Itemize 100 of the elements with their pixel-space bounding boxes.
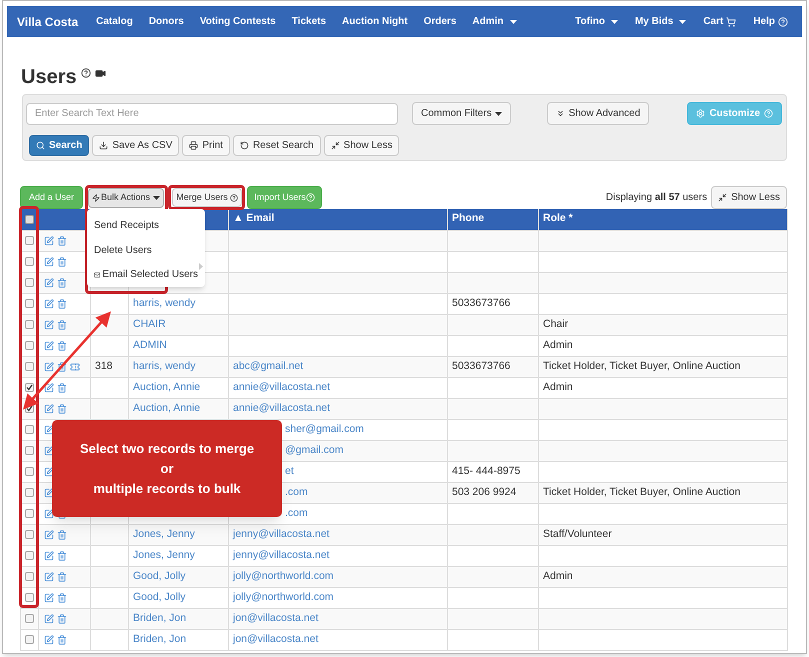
ticket-icon[interactable] [70,362,80,372]
trash-icon[interactable] [57,340,67,350]
row-checkbox[interactable] [25,614,34,623]
nav-link[interactable]: Help [753,14,788,29]
email-link[interactable]: @gmail.com [285,444,344,456]
help-icon[interactable] [80,68,91,78]
toolbar-button[interactable]: Save As CSV [92,135,180,156]
nav-link[interactable]: Tickets [292,14,326,29]
nav-link[interactable]: Admin [472,14,516,29]
toolbar-button[interactable]: Show Less [324,135,400,156]
row-checkbox[interactable] [25,320,34,329]
trash-icon[interactable] [57,278,67,288]
select-all-checkbox[interactable] [25,214,34,224]
trash-icon[interactable] [57,236,67,246]
column-header[interactable]: Phone [452,212,484,224]
trash-icon[interactable] [57,530,67,540]
nav-link[interactable]: Auction Night [342,14,408,29]
row-checkbox[interactable] [25,509,34,518]
add-user-button[interactable]: Add a User [20,186,83,209]
row-checkbox[interactable] [25,341,34,350]
edit-icon[interactable] [44,592,54,602]
edit-icon[interactable] [44,320,54,330]
trash-icon[interactable] [57,382,67,392]
row-checkbox[interactable] [25,593,34,602]
email-link[interactable]: abc@gmail.net [233,360,304,372]
customize-button[interactable]: Customize [687,102,782,125]
nav-link[interactable]: Catalog [96,14,133,29]
email-link[interactable]: .com [285,506,308,519]
row-checkbox[interactable] [25,362,34,371]
edit-icon[interactable] [44,508,54,518]
edit-icon[interactable] [44,382,54,392]
row-checkbox[interactable] [25,467,34,476]
trash-icon[interactable] [57,298,67,308]
row-checkbox[interactable] [25,488,34,497]
import-users-button[interactable]: Import Users [247,186,322,209]
edit-icon[interactable] [44,446,54,456]
edit-icon[interactable] [44,634,54,644]
user-name-link[interactable]: CHAIR [133,318,166,330]
edit-icon[interactable] [44,424,54,434]
email-link[interactable]: .com [285,486,308,498]
show-advanced-button[interactable]: Show Advanced [546,102,650,125]
edit-icon[interactable] [44,404,54,414]
caret-icon [510,20,516,24]
nav-link[interactable]: Donors [148,14,184,29]
row-checkbox[interactable] [25,530,34,539]
toolbar-button[interactable]: Search [29,135,90,156]
row-checkbox[interactable] [25,278,34,287]
nav-link[interactable]: Cart [703,14,736,29]
edit-icon[interactable] [44,530,54,540]
show-less-button[interactable]: Show Less [711,186,787,209]
row-checkbox[interactable] [25,635,34,644]
edit-icon[interactable] [44,466,54,476]
trash-icon[interactable] [57,572,67,582]
trash-icon[interactable] [57,614,67,624]
row-checkbox[interactable] [25,383,34,392]
email-link[interactable]: sher@gmail.com [285,422,364,435]
trash-icon[interactable] [57,256,67,266]
nav-link[interactable]: Tofino [575,14,618,29]
search-field[interactable]: Enter Search Text Here [26,102,398,124]
nav-link[interactable]: My Bids [634,14,686,29]
menu-item[interactable]: Send Receipts [87,213,205,238]
toolbar-button[interactable]: Reset Search [232,135,321,156]
menu-item[interactable]: Delete Users [87,238,205,262]
row-checkbox[interactable] [25,425,34,434]
table-cell: Staff/Volunteer [543,528,612,540]
trash-icon[interactable] [57,320,67,330]
bulk-actions-button[interactable]: Bulk Actions [88,188,164,208]
row-checkbox[interactable] [25,446,34,455]
email-link[interactable]: et [285,464,294,477]
trash-icon[interactable] [57,362,67,372]
row-checkbox[interactable] [25,551,34,560]
edit-icon[interactable] [44,340,54,350]
edit-icon[interactable] [44,256,54,266]
brand[interactable]: Villa Costa [17,12,78,30]
trash-icon[interactable] [57,550,67,560]
edit-icon[interactable] [44,488,54,498]
nav-link[interactable]: Orders [424,14,456,29]
trash-icon[interactable] [57,634,67,644]
edit-icon[interactable] [44,278,54,288]
edit-icon[interactable] [44,550,54,560]
video-icon[interactable] [94,68,106,78]
row-checkbox[interactable] [25,299,34,308]
table-cell: Admin [543,570,573,582]
row-checkbox[interactable] [25,572,34,581]
edit-icon[interactable] [44,236,54,246]
common-filters-button[interactable]: Common Filters [412,102,511,125]
column-header[interactable]: Role * [543,212,573,224]
edit-icon[interactable] [44,614,54,624]
row-checkbox[interactable] [25,257,34,266]
edit-icon[interactable] [44,362,54,372]
edit-icon[interactable] [44,298,54,308]
toolbar-button[interactable]: Print [182,135,230,156]
trash-icon[interactable] [57,592,67,602]
row-checkbox[interactable] [25,236,34,245]
trash-icon[interactable] [57,404,67,414]
nav-link[interactable]: Voting Contests [200,14,276,29]
menu-item[interactable]: Email Selected Users [87,262,205,288]
merge-users-button[interactable]: Merge Users [172,188,242,207]
column-header[interactable]: ▲ Email [233,212,274,224]
edit-icon[interactable] [44,572,54,582]
